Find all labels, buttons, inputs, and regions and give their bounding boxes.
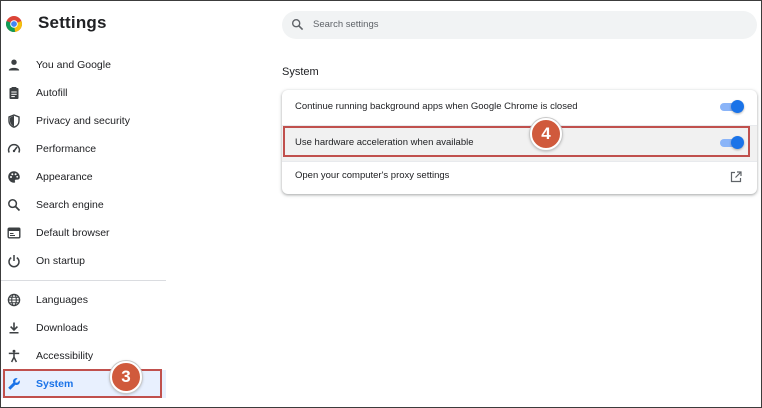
search-input[interactable]: Search settings (313, 19, 378, 30)
page-title: Settings (38, 13, 107, 32)
section-title: System (282, 66, 319, 78)
toggle-knob (731, 100, 744, 113)
step-badge-3: 3 (110, 361, 142, 393)
sidebar-item-performance[interactable]: Performance (1, 135, 166, 163)
chrome-logo-icon (6, 16, 22, 32)
person-icon (7, 58, 21, 72)
sidebar-item-label: Accessibility (36, 350, 94, 362)
setting-label: Continue running background apps when Go… (295, 101, 578, 112)
search-icon (291, 18, 304, 31)
setting-row-proxy-settings[interactable]: Open your computer's proxy settings (282, 159, 757, 194)
setting-label: Open your computer's proxy settings (295, 170, 450, 181)
sidebar-item-you-and-google[interactable]: You and Google (1, 51, 166, 79)
settings-window: Settings You and Google Autofill Privacy… (0, 0, 762, 408)
sidebar-item-label: Languages (36, 294, 88, 306)
sidebar-divider (1, 280, 166, 281)
search-icon (7, 198, 21, 212)
sidebar-item-default-browser[interactable]: Default browser (1, 219, 166, 247)
sidebar-item-search-engine[interactable]: Search engine (1, 191, 166, 219)
sidebar-item-label: You and Google (36, 59, 111, 71)
speedometer-icon (7, 142, 21, 156)
hardware-acceleration-highlight-box (283, 126, 750, 157)
sidebar-item-label: Autofill (36, 87, 68, 99)
step-badge-4: 4 (530, 118, 562, 150)
background-apps-toggle[interactable] (720, 100, 744, 114)
download-icon (7, 321, 21, 335)
sidebar-item-appearance[interactable]: Appearance (1, 163, 166, 191)
clipboard-icon (7, 86, 21, 100)
setting-row-background-apps[interactable]: Continue running background apps when Go… (282, 90, 757, 125)
sidebar-item-label: On startup (36, 255, 86, 267)
sidebar-item-privacy-and-security[interactable]: Privacy and security (1, 107, 166, 135)
sidebar-item-languages[interactable]: Languages (1, 286, 166, 314)
sidebar-item-label: Search engine (36, 199, 104, 211)
sidebar-item-label: Default browser (36, 227, 110, 239)
accessibility-icon (7, 349, 21, 363)
shield-icon (7, 114, 21, 128)
sidebar-item-on-startup[interactable]: On startup (1, 247, 166, 275)
sidebar-item-accessibility[interactable]: Accessibility (1, 342, 166, 370)
sidebar-item-label: Appearance (36, 171, 93, 183)
sidebar-item-label: Performance (36, 143, 97, 155)
globe-icon (7, 293, 21, 307)
sidebar-item-downloads[interactable]: Downloads (1, 314, 166, 342)
sidebar-item-autofill[interactable]: Autofill (1, 79, 166, 107)
search-bar[interactable]: Search settings (282, 11, 757, 39)
sidebar-item-label: Downloads (36, 322, 88, 334)
browser-icon (7, 226, 21, 240)
external-link-icon[interactable] (730, 170, 742, 183)
sidebar-item-label: Privacy and security (36, 115, 130, 127)
palette-icon (7, 170, 21, 184)
power-icon (7, 254, 21, 268)
